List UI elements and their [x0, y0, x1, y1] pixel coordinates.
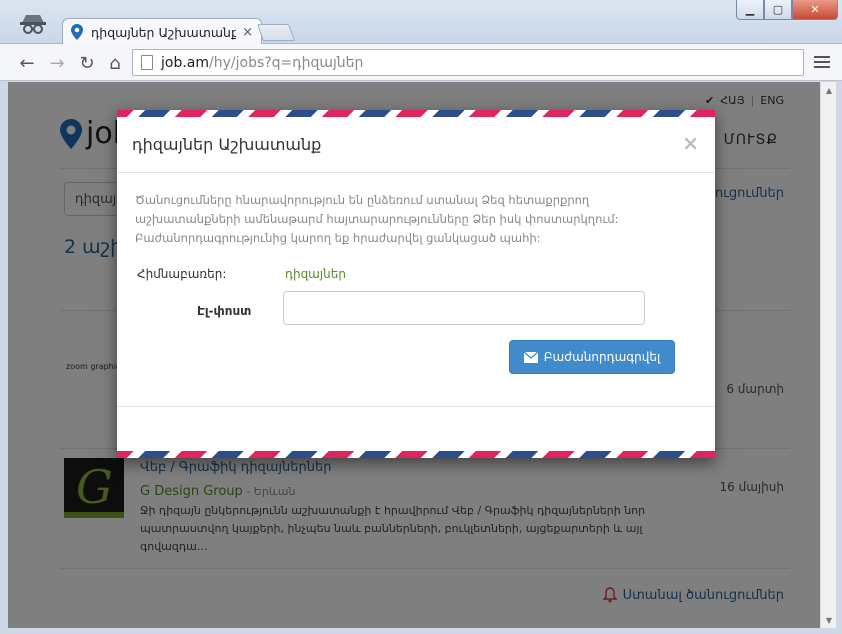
email-label: Էլ-փոստ [197, 304, 252, 318]
viewport: ✔ ՀԱՅ | ENG job ՄՈՒՏՔ դիզայ ծանուցումներ… [8, 82, 820, 628]
airmail-border-bottom [117, 451, 715, 458]
scroll-up-icon[interactable]: ▲ [821, 82, 837, 98]
back-icon[interactable]: ← [16, 52, 38, 74]
tab-title: դիզայներ Աշխատանք [91, 24, 237, 40]
email-field[interactable] [283, 291, 645, 325]
close-icon[interactable]: × [682, 131, 699, 155]
forward-icon[interactable]: → [46, 52, 68, 74]
reload-icon[interactable]: ↻ [76, 52, 98, 74]
subscribe-button[interactable]: Բաժանորդագրվել [509, 340, 675, 374]
page-content: ✔ ՀԱՅ | ENG job ՄՈՒՏՔ դիզայ ծանուցումներ… [8, 82, 820, 628]
incognito-icon [20, 15, 46, 34]
new-tab-button[interactable] [256, 24, 296, 41]
keywords-label: Հիմնաբառեր: [137, 267, 227, 281]
browser-tab[interactable]: դիզայներ Աշխատանք × [62, 18, 262, 45]
minimize-button[interactable]: ▁ [736, 0, 764, 20]
subscribe-button-label: Բաժանորդագրվել [543, 350, 661, 364]
subscribe-modal: դիզայներ Աշխատանք × Ծանուցումները հնարավ… [117, 110, 715, 458]
maximize-button[interactable]: ▢ [764, 0, 792, 20]
modal-title: դիզայներ Աշխատանք [132, 135, 322, 154]
url-host: job.am [161, 54, 210, 71]
browser-titlebar: դիզայներ Աշխատանք × ▁ ▢ ✕ [0, 0, 842, 45]
page-icon [141, 55, 153, 70]
address-bar[interactable]: job.am/hy/jobs?q=դիզայներ [132, 49, 804, 76]
modal-footer-divider [117, 406, 715, 407]
browser-toolbar: ← → ↻ ⌂ job.am/hy/jobs?q=դիզայներ [0, 44, 842, 81]
url-path: /hy/jobs?q=դիզայներ [209, 54, 364, 71]
keywords-value: դիզայներ [285, 267, 346, 281]
window-close-button[interactable]: ✕ [792, 0, 838, 20]
envelope-icon [523, 351, 538, 363]
vertical-scrollbar[interactable]: ▲ ▼ [820, 82, 836, 628]
tab-close-icon[interactable]: × [242, 25, 253, 40]
menu-icon[interactable] [814, 53, 830, 69]
modal-description: Ծանուցումները հնարավորություն են ընձեռու… [135, 193, 619, 245]
modal-header: դիզայներ Աշխատանք × [117, 117, 715, 173]
url-text: job.am/hy/jobs?q=դիզայներ [161, 55, 363, 71]
keywords-row: Հիմնաբառեր: դիզայներ [137, 267, 346, 281]
map-pin-icon [71, 24, 83, 40]
airmail-border-top [117, 110, 715, 117]
home-icon[interactable]: ⌂ [104, 52, 126, 74]
modal-body: Ծանուցումները հնարավորություն են ընձեռու… [117, 173, 715, 374]
scroll-down-icon[interactable]: ▼ [821, 612, 837, 628]
